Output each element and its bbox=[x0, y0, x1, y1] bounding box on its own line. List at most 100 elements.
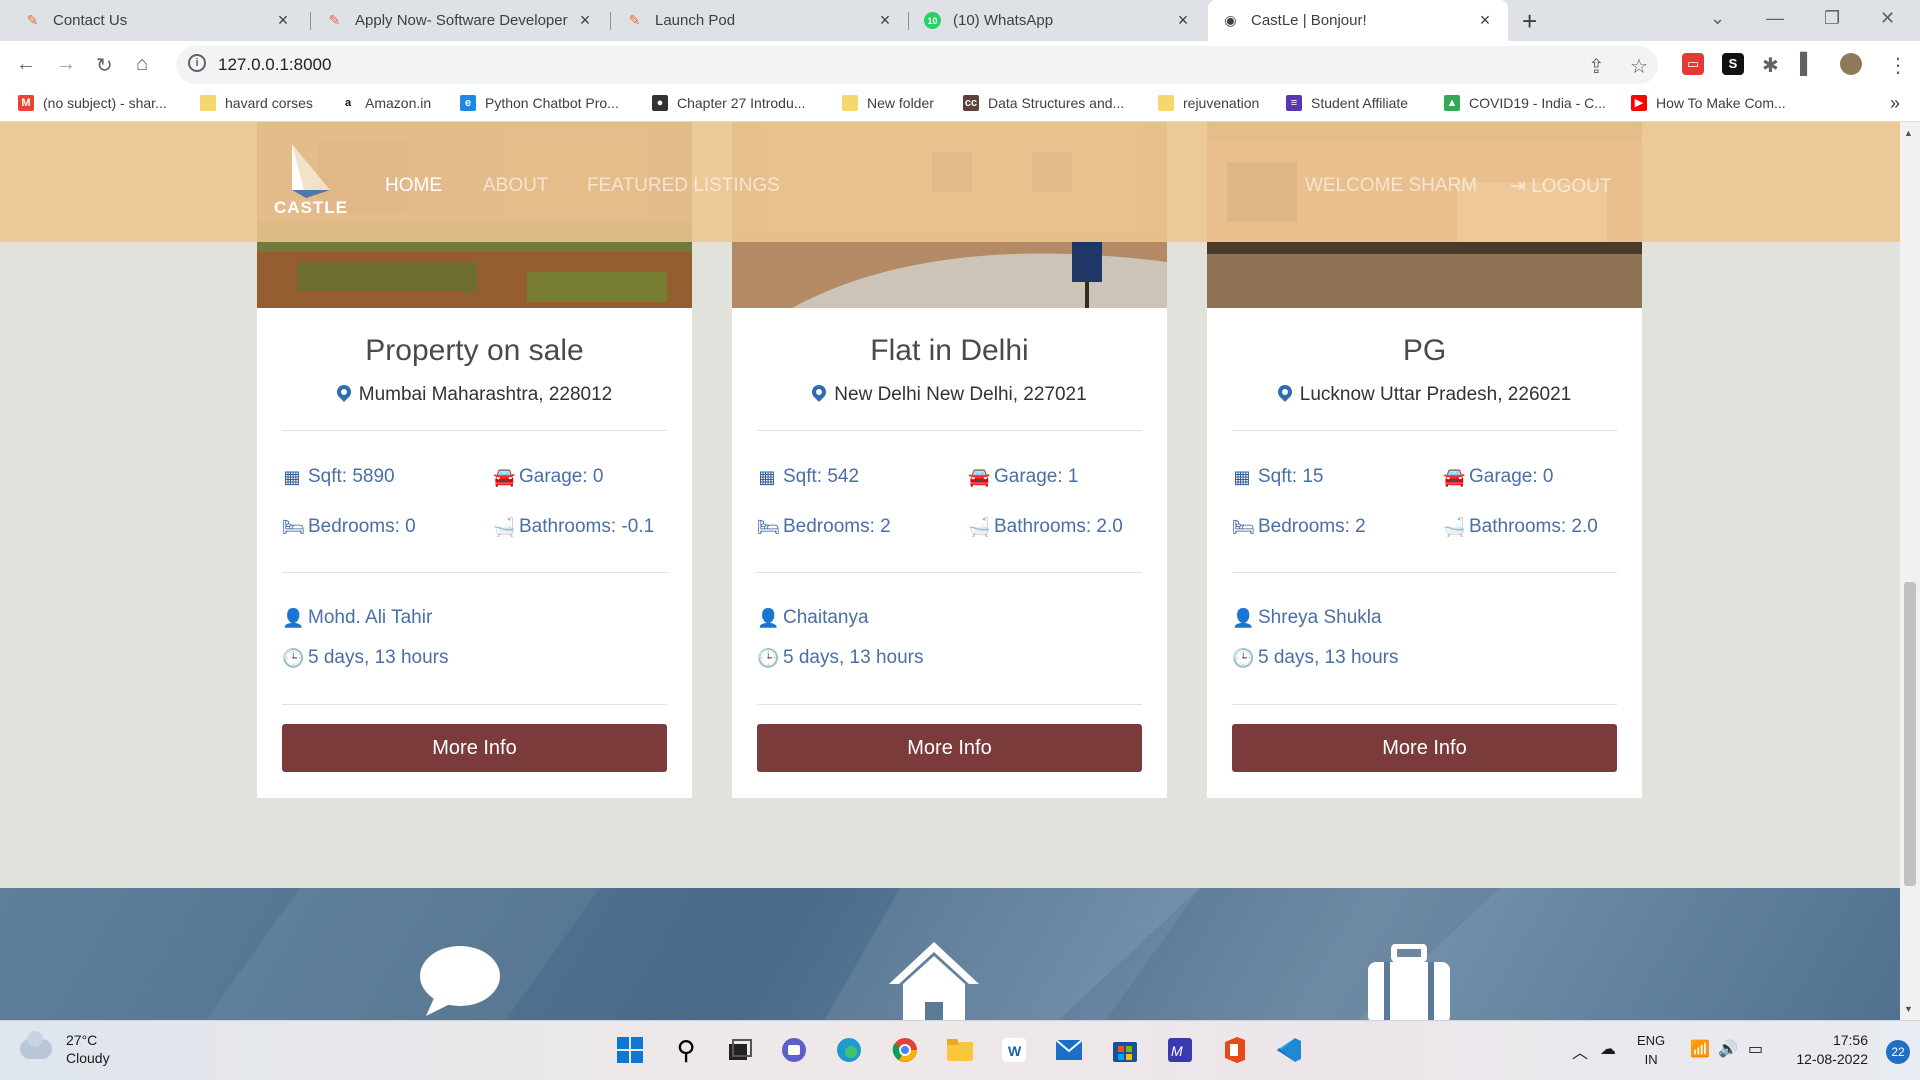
listing-location: New Delhi New Delhi, 227021 bbox=[732, 382, 1167, 406]
services-section bbox=[0, 888, 1900, 1020]
close-icon[interactable]: × bbox=[576, 10, 594, 31]
vscode-icon[interactable] bbox=[1272, 1033, 1306, 1067]
bookmark-item[interactable]: ● Chapter 27 Introdu... bbox=[652, 95, 805, 111]
bookmark-item[interactable]: a Amazon.in bbox=[340, 95, 431, 111]
bookmark-item[interactable]: ▶ How To Make Com... bbox=[1631, 95, 1786, 111]
close-icon[interactable]: × bbox=[274, 10, 292, 31]
search-icon[interactable]: ⚲ bbox=[669, 1033, 703, 1067]
bookmark-item[interactable]: rejuvenation bbox=[1158, 95, 1259, 111]
language-indicator[interactable]: ENG IN bbox=[1637, 1031, 1665, 1069]
site-info-icon[interactable]: i bbox=[188, 54, 206, 72]
logo-text[interactable]: CASTLE bbox=[274, 198, 348, 218]
store-icon[interactable] bbox=[1108, 1033, 1142, 1067]
nav-about[interactable]: ABOUT bbox=[483, 175, 548, 197]
folder-icon bbox=[200, 95, 216, 111]
tab-apply-now[interactable]: ✎ Apply Now- Software Developer × bbox=[312, 0, 608, 41]
show-hidden-icons[interactable]: ︿ bbox=[1572, 1039, 1588, 1063]
divider bbox=[1232, 572, 1617, 573]
avatar[interactable] bbox=[1840, 53, 1862, 75]
battery-icon[interactable]: ▭ bbox=[1748, 1039, 1763, 1059]
network-status-icon[interactable]: ☁ bbox=[1600, 1039, 1616, 1059]
reload-icon[interactable]: ↻ bbox=[96, 53, 113, 78]
clock-time: 17:56 bbox=[1832, 1032, 1868, 1048]
nav-featured-listings[interactable]: FEATURED LISTINGS bbox=[587, 175, 780, 197]
more-info-button[interactable]: More Info bbox=[757, 724, 1142, 772]
more-info-button[interactable]: More Info bbox=[282, 724, 667, 772]
new-tab-button[interactable]: + bbox=[1522, 6, 1537, 37]
bookmark-item[interactable]: e Python Chatbot Pro... bbox=[460, 95, 619, 111]
close-icon[interactable]: × bbox=[1476, 10, 1494, 31]
bookmark-item[interactable]: M (no subject) - shar... bbox=[18, 95, 167, 111]
close-icon[interactable]: × bbox=[876, 10, 894, 31]
car-icon: 🚘 bbox=[968, 466, 991, 487]
scroll-up-arrow[interactable]: ▲ bbox=[1904, 128, 1913, 138]
extensions-puzzle-icon[interactable]: ✱ bbox=[1762, 53, 1779, 78]
tab-launch-pod[interactable]: ✎ Launch Pod × bbox=[612, 0, 908, 41]
wifi-icon[interactable]: 📶 bbox=[1690, 1039, 1710, 1059]
writer-icon[interactable]: W bbox=[997, 1033, 1031, 1067]
divider bbox=[1232, 704, 1617, 705]
bath-icon: 🛁 bbox=[1443, 516, 1466, 537]
bookmark-item[interactable]: havard corses bbox=[200, 95, 313, 111]
bookmark-star-icon[interactable]: ☆ bbox=[1630, 54, 1648, 79]
bookmark-label: Python Chatbot Pro... bbox=[485, 95, 619, 111]
bookmarks-overflow-icon[interactable]: » bbox=[1890, 93, 1900, 114]
office-icon[interactable] bbox=[1218, 1033, 1252, 1067]
side-panel-icon[interactable]: ▌ bbox=[1800, 53, 1814, 76]
bookmark-item[interactable]: ≡ Student Affiliate bbox=[1286, 95, 1408, 111]
url-text[interactable]: 127.0.0.1:8000 bbox=[218, 55, 331, 75]
listing-title[interactable]: Property on sale bbox=[257, 334, 692, 368]
page-scrollbar[interactable]: ▲ ▼ bbox=[1900, 122, 1920, 1020]
edge-icon[interactable] bbox=[832, 1033, 866, 1067]
mail-icon[interactable] bbox=[1052, 1033, 1086, 1067]
tab-whatsapp[interactable]: 10 (10) WhatsApp × bbox=[910, 0, 1206, 41]
address-bar[interactable]: i 127.0.0.1:8000 ⇪ ☆ bbox=[176, 46, 1658, 84]
bed-icon: 🛏 bbox=[757, 516, 780, 537]
back-icon[interactable]: ← bbox=[16, 53, 36, 76]
menu-icon[interactable]: ⋮ bbox=[1888, 53, 1908, 78]
minimize-button[interactable]: — bbox=[1766, 8, 1784, 29]
bookmark-item[interactable]: cc Data Structures and... bbox=[963, 95, 1124, 111]
bookmark-item[interactable]: New folder bbox=[842, 95, 934, 111]
scroll-thumb[interactable] bbox=[1904, 582, 1916, 886]
system-clock[interactable]: 17:56 12-08-2022 bbox=[1796, 1031, 1868, 1069]
extension-icon[interactable]: ▭ bbox=[1682, 53, 1704, 75]
welcome-user[interactable]: WELCOME SHARM bbox=[1305, 175, 1477, 197]
start-button[interactable] bbox=[613, 1033, 647, 1067]
grid-icon: ▦ bbox=[758, 466, 776, 487]
bookmark-label: Amazon.in bbox=[365, 95, 432, 111]
notification-badge[interactable]: 22 bbox=[1886, 1040, 1910, 1064]
weather-widget[interactable]: 27°C Cloudy bbox=[20, 1031, 110, 1067]
divider bbox=[757, 704, 1142, 705]
home-icon[interactable]: ⌂ bbox=[136, 53, 148, 76]
math-app-icon[interactable]: M bbox=[1163, 1033, 1197, 1067]
tab-search-icon[interactable]: ⌄ bbox=[1710, 8, 1725, 29]
file-explorer-icon[interactable] bbox=[943, 1033, 977, 1067]
share-icon[interactable]: ⇪ bbox=[1588, 54, 1605, 79]
teams-chat-icon[interactable] bbox=[777, 1033, 811, 1067]
close-icon[interactable]: × bbox=[1174, 10, 1192, 31]
close-window-button[interactable]: ✕ bbox=[1880, 8, 1895, 29]
car-icon: 🚘 bbox=[493, 466, 516, 487]
extension-s-icon[interactable]: S bbox=[1722, 53, 1744, 75]
listing-title[interactable]: PG bbox=[1207, 334, 1642, 368]
listing-location: Mumbai Maharashtra, 228012 bbox=[257, 382, 692, 406]
restore-button[interactable]: ❐ bbox=[1824, 8, 1840, 29]
tab-contact-us[interactable]: ✎ Contact Us × bbox=[10, 0, 306, 41]
nav-home[interactable]: HOME bbox=[385, 175, 442, 197]
clock-icon: 🕒 bbox=[1232, 647, 1255, 668]
forward-icon[interactable]: → bbox=[56, 53, 76, 76]
chrome-icon[interactable] bbox=[888, 1033, 922, 1067]
folder-icon bbox=[842, 95, 858, 111]
volume-icon[interactable]: 🔊 bbox=[1718, 1039, 1738, 1059]
sqft-feature: ▦ Sqft: 542 bbox=[758, 466, 860, 487]
logout-link[interactable]: ⇥ LOGOUT bbox=[1510, 175, 1611, 198]
browser-tab-bar: ✎ Contact Us × ✎ Apply Now- Software Dev… bbox=[0, 0, 1920, 41]
more-info-button[interactable]: More Info bbox=[1232, 724, 1617, 772]
bookmark-item[interactable]: ▲ COVID19 - India - C... bbox=[1444, 95, 1606, 111]
tab-castle[interactable]: ◉ CastLe | Bonjour! × bbox=[1208, 0, 1508, 41]
scroll-down-arrow[interactable]: ▼ bbox=[1904, 1004, 1913, 1014]
bookmark-label: How To Make Com... bbox=[1656, 95, 1786, 111]
listing-title[interactable]: Flat in Delhi bbox=[732, 334, 1167, 368]
task-view-icon[interactable] bbox=[723, 1033, 757, 1067]
